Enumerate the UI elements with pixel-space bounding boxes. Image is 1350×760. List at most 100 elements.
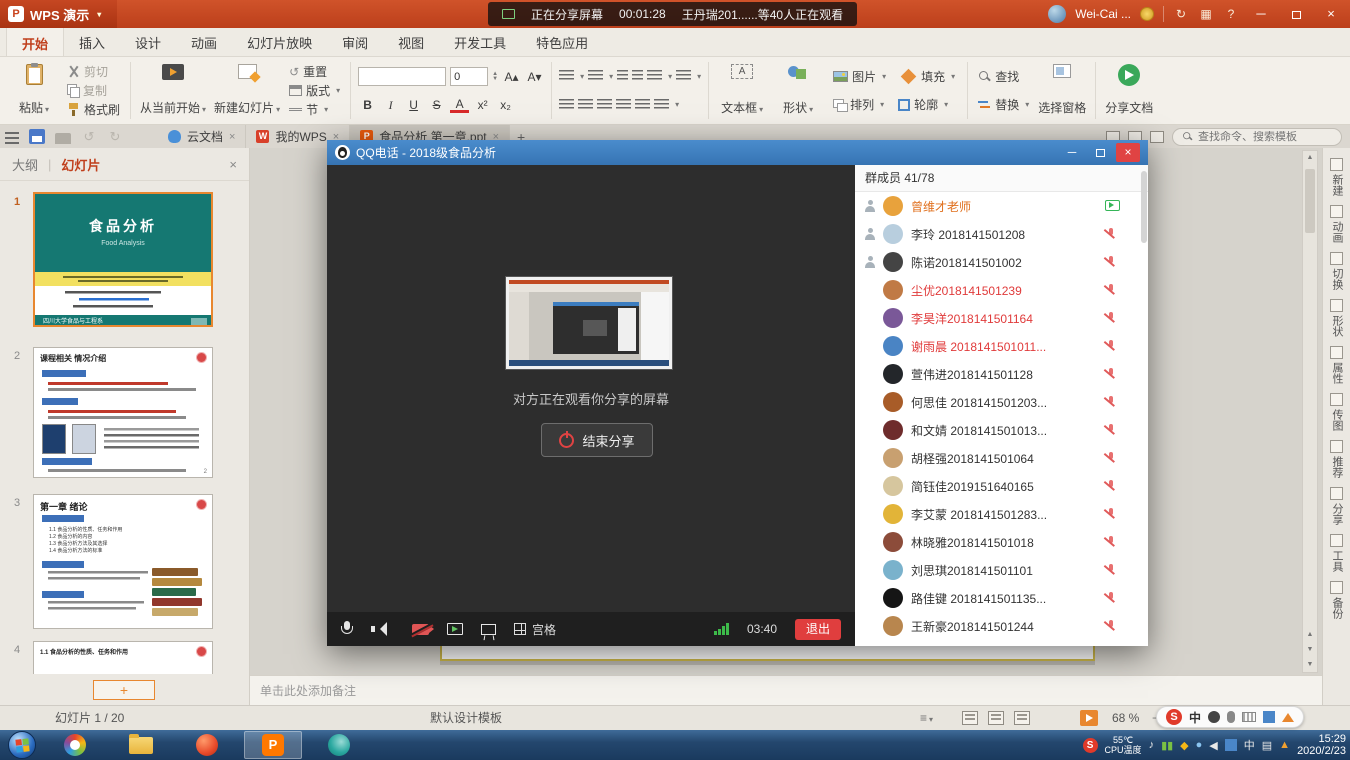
voice-input-icon[interactable] <box>1227 711 1235 723</box>
bullet-list-icon[interactable] <box>559 70 574 82</box>
volume-tray-icon[interactable]: ◀ <box>1209 739 1217 752</box>
redo-icon[interactable]: ↻ <box>107 129 123 144</box>
columns-icon[interactable] <box>676 70 691 82</box>
sidebar-item-tools[interactable]: 工具 <box>1330 534 1343 572</box>
mic-muted-icon[interactable] <box>1104 479 1117 493</box>
member-row[interactable]: 王新豪2018141501244 <box>855 612 1148 640</box>
align-right-icon[interactable] <box>597 99 612 111</box>
doc-tab-cloud[interactable]: 云文档× <box>158 125 246 148</box>
line-spacing-icon[interactable] <box>647 70 662 82</box>
mic-muted-icon[interactable] <box>1104 395 1117 409</box>
reset-button[interactable]: ↺重置 <box>284 62 345 81</box>
qq-titlebar[interactable]: QQ电话 - 2018级食品分析 ─ × <box>327 140 1148 165</box>
qq-close-button[interactable]: × <box>1116 143 1140 162</box>
fill-button[interactable]: 填充▾ <box>895 67 960 86</box>
sidebar-item-new[interactable]: 新建 <box>1330 158 1343 196</box>
member-row[interactable]: 林晓雅2018141501018 <box>855 528 1148 556</box>
command-search[interactable] <box>1172 128 1342 146</box>
sync-icon[interactable]: ↻ <box>1173 7 1189 21</box>
sidebar-item-recommend[interactable]: 推荐 <box>1330 440 1343 478</box>
mic-muted-icon[interactable] <box>1104 451 1117 465</box>
slide-thumbnail-3[interactable]: 第一章 绪论 1.1 食品分析的性质、任务和作用 1.2 食品分析的内容 1.3… <box>33 494 213 629</box>
speaker-icon[interactable] <box>371 622 386 636</box>
align-center-icon[interactable] <box>578 99 593 111</box>
command-search-input[interactable] <box>1198 131 1328 143</box>
screen-share-icon[interactable] <box>447 623 463 635</box>
selection-pane-button[interactable]: 选择窗格 <box>1034 60 1090 121</box>
sogou-ime-bar[interactable]: S 中 <box>1156 706 1304 728</box>
member-row[interactable]: 谢雨晨 2018141501011... <box>855 332 1148 360</box>
section-button[interactable]: 节▾ <box>284 100 345 119</box>
minimize-button[interactable]: ─ <box>1248 0 1274 28</box>
cut-button[interactable]: 剪切 <box>62 62 125 81</box>
taskbar-clock[interactable]: 15:292020/2/23 <box>1297 733 1346 757</box>
member-row[interactable]: 陈诺2018141501002 <box>855 248 1148 276</box>
vertical-scrollbar[interactable]: ▲ ▲ ▼ ▼ <box>1302 150 1318 673</box>
replace-button[interactable]: 替换▾ <box>973 95 1034 114</box>
member-row[interactable]: 李玲 2018141501208 <box>855 220 1148 248</box>
subscript-button[interactable]: x₂ <box>496 96 515 114</box>
mic-muted-icon[interactable] <box>1104 311 1117 325</box>
copy-button[interactable]: 复制 <box>62 81 125 100</box>
mic-muted-icon[interactable] <box>1104 283 1117 297</box>
tab-design[interactable]: 设计 <box>120 27 176 56</box>
arrange-button[interactable]: 排列▾ <box>828 95 889 114</box>
member-row[interactable]: 和文婧 2018141501013... <box>855 416 1148 444</box>
mic-muted-icon[interactable] <box>1104 563 1117 577</box>
increase-indent-icon[interactable] <box>632 70 643 82</box>
slide-thumbnail-1[interactable]: 食品分析 Food Analysis 四川大学食品与工程系 <box>33 192 213 327</box>
new-slide-button[interactable]: 新建幻灯片▾ <box>210 60 284 121</box>
mic-muted-icon[interactable] <box>1104 507 1117 521</box>
cpu-temperature[interactable]: 55℃CPU温度 <box>1105 735 1142 755</box>
italic-button[interactable]: I <box>381 96 400 114</box>
picture-button[interactable]: 图片▾ <box>828 67 891 86</box>
user-name[interactable]: Wei-Cai ... <box>1075 7 1131 21</box>
member-row[interactable]: 萱伟进2018141501128 <box>855 360 1148 388</box>
camera-off-icon[interactable] <box>412 624 429 635</box>
mic-muted-icon[interactable] <box>1104 423 1117 437</box>
sidebar-item-transition[interactable]: 切换 <box>1330 252 1343 290</box>
previous-slide-button[interactable]: ▲ <box>1303 628 1317 642</box>
sidebar-item-backup[interactable]: 备份 <box>1330 581 1343 619</box>
member-row[interactable]: 简钰佳2019151640165 <box>855 472 1148 500</box>
sidebar-item-properties[interactable]: 属性 <box>1330 346 1343 384</box>
save-icon[interactable] <box>29 129 45 144</box>
member-row[interactable]: 李艾蒙 2018141501283... <box>855 500 1148 528</box>
apps-grid-icon[interactable]: ▦ <box>1198 7 1214 21</box>
tab-special-apps[interactable]: 特色应用 <box>521 27 603 56</box>
decrease-font-button[interactable]: A▾ <box>525 68 544 86</box>
member-row[interactable]: 尘优2018141501239 <box>855 276 1148 304</box>
text-direction-icon[interactable] <box>654 99 669 111</box>
underline-button[interactable]: U <box>404 96 423 114</box>
font-size-spinner[interactable]: ▲▼ <box>492 72 498 82</box>
sidebar-item-upload[interactable]: 传图 <box>1330 393 1343 431</box>
security-tray-icon[interactable]: ◆ <box>1180 739 1188 752</box>
layout-button[interactable]: 版式▾ <box>284 81 345 100</box>
distribute-icon[interactable] <box>635 99 650 111</box>
toolbox-icon[interactable] <box>1263 711 1275 723</box>
slide-sorter-view-icon[interactable] <box>988 711 1004 725</box>
superscript-button[interactable]: x² <box>473 96 492 114</box>
textbox-button[interactable]: A 文本框▾ <box>714 60 770 121</box>
taskbar-app-wps[interactable]: P <box>244 731 302 759</box>
design-template-label[interactable]: 默认设计模板 <box>430 706 502 731</box>
network-tray-icon[interactable]: ▮▮ <box>1161 739 1173 752</box>
end-share-button[interactable]: 结束分享 <box>541 423 653 457</box>
keyboard-tray-icon[interactable]: ▤ <box>1262 739 1272 752</box>
screen-share-indicator-icon[interactable] <box>1105 200 1120 211</box>
mic-muted-icon[interactable] <box>1104 339 1117 353</box>
member-row[interactable]: 曾维才老师 <box>855 192 1148 220</box>
font-family-combo[interactable] <box>358 67 446 86</box>
scroll-down-button[interactable]: ▼ <box>1303 658 1317 672</box>
strikethrough-button[interactable]: S <box>427 96 446 114</box>
increase-font-button[interactable]: A▴ <box>502 68 521 86</box>
sidebar-item-shape[interactable]: 形状 <box>1330 299 1343 337</box>
notes-bar[interactable]: 单击此处添加备注 <box>250 675 1322 705</box>
taskbar-app-qq-browser[interactable] <box>178 731 236 759</box>
qq-minimize-button[interactable]: ─ <box>1060 143 1084 162</box>
tab-developer[interactable]: 开发工具 <box>439 27 521 56</box>
status-menu-icon[interactable]: ≡▾ <box>920 706 933 731</box>
ime-box-icon[interactable] <box>1225 739 1237 751</box>
play-from-current-button[interactable]: 从当前开始▾ <box>136 60 210 121</box>
taskbar-app-teal[interactable] <box>310 731 368 759</box>
